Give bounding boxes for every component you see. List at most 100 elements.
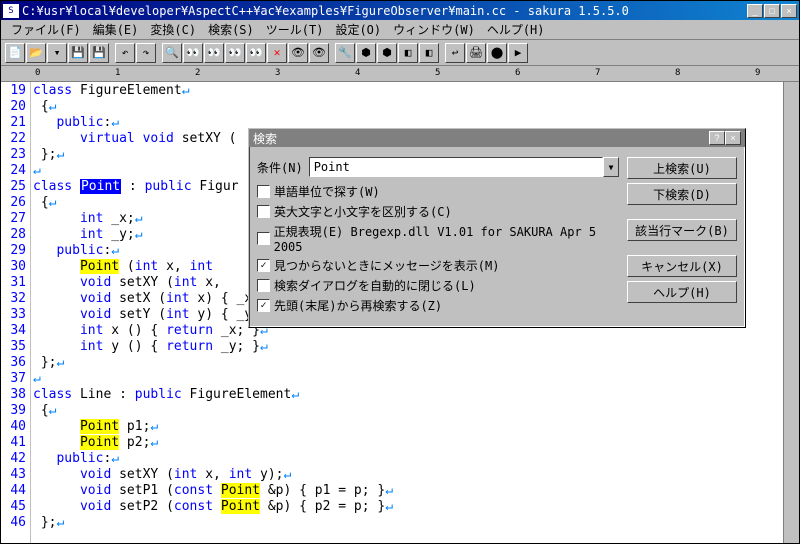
line-number: 37 [1,371,26,387]
ruler-mark: 1 [115,68,120,78]
tool-bookmark2[interactable]: 👁 [309,43,329,63]
tool-play[interactable]: ▶ [508,43,528,63]
dialog-close-button[interactable]: × [725,131,741,145]
tool-saveall[interactable]: 💾 [89,43,109,63]
tool-record[interactable]: ⬤ [487,43,507,63]
line-number: 31 [1,275,26,291]
search-down-button[interactable]: 下検索(D) [627,183,737,205]
cancel-button[interactable]: キャンセル(X) [627,255,737,277]
combo-dropdown-button[interactable]: ▼ [603,157,619,177]
ruler-mark: 5 [435,68,440,78]
help-button[interactable]: ヘルプ(H) [627,281,737,303]
line-number: 32 [1,291,26,307]
tool-replace[interactable]: 👀 [225,43,245,63]
maximize-button[interactable]: □ [764,4,780,18]
menubar: ファイル(F) 編集(E) 変換(C) 検索(S) ツール(T) 設定(O) ウ… [1,20,799,40]
line-number: 25 [1,179,26,195]
tool-save[interactable]: 💾 [68,43,88,63]
dialog-body: 条件(N) ▼ 単語単位で探す(W) 英大文字と小文字を区別する(C) 正規表現(E… [249,147,745,327]
tool-common[interactable]: ⬢ [377,43,397,63]
ruler-mark: 0 [35,68,40,78]
tool-find[interactable]: 🔍 [162,43,182,63]
code-line: int y () { return _y; }↵ [33,339,783,355]
tool-font[interactable]: ◧ [398,43,418,63]
menu-convert[interactable]: 変換(C) [144,19,202,40]
checkbox-label: 正規表現(E) Bregexp.dll V1.01 for SAKURA Apr… [274,223,619,254]
menu-tools[interactable]: ツール(T) [260,19,330,40]
line-number: 45 [1,499,26,515]
ruler: 0123456789 [1,66,799,82]
tool-outline[interactable]: 🔧 [335,43,355,63]
line-number: 23 [1,147,26,163]
option-row: 見つからないときにメッセージを表示(M) [257,257,619,274]
mark-lines-button[interactable]: 該当行マーク(B) [627,219,737,241]
checkbox[interactable] [257,205,270,218]
menu-window[interactable]: ウィンドウ(W) [387,19,481,40]
search-up-button[interactable]: 上検索(U) [627,157,737,179]
checkbox[interactable] [257,185,270,198]
checkbox-label: 単語単位で探す(W) [274,183,380,200]
line-number: 28 [1,227,26,243]
line-gutter: 1920212223242526272829303132333435363738… [1,82,31,543]
tool-wrap[interactable]: ↩ [445,43,465,63]
checkbox-label: 先頭(末尾)から再検索する(Z) [274,297,442,314]
code-line: {↵ [33,403,783,419]
tool-redo[interactable]: ↷ [136,43,156,63]
tool-color[interactable]: ◧ [419,43,439,63]
checkbox[interactable] [257,232,270,245]
line-number: 43 [1,467,26,483]
tool-history[interactable]: ▾ [47,43,67,63]
tool-open[interactable]: 📂 [26,43,46,63]
checkbox[interactable] [257,259,270,272]
line-number: 36 [1,355,26,371]
line-number: 40 [1,419,26,435]
tool-findprev[interactable]: 👀 [204,43,224,63]
close-button[interactable]: × [781,4,797,18]
tool-grep[interactable]: 👀 [246,43,266,63]
menu-settings[interactable]: 設定(O) [329,19,387,40]
option-row: 正規表現(E) Bregexp.dll V1.01 for SAKURA Apr… [257,223,619,254]
line-number: 34 [1,323,26,339]
line-number: 44 [1,483,26,499]
menu-file[interactable]: ファイル(F) [5,19,87,40]
checkbox[interactable] [257,299,270,312]
code-line: {↵ [33,99,783,115]
menu-edit[interactable]: 編集(E) [87,19,145,40]
condition-row: 条件(N) ▼ [257,157,619,177]
tool-print[interactable]: 🖨 [466,43,486,63]
ruler-mark: 3 [275,68,280,78]
tool-findnext[interactable]: 👀 [183,43,203,63]
line-number: 38 [1,387,26,403]
ruler-mark: 2 [195,68,200,78]
tool-mark[interactable]: ✕ [267,43,287,63]
window-title: C:¥usr¥local¥developer¥AspectC++¥ac¥exam… [22,4,747,18]
code-line: class Line : public FigureElement↵ [33,387,783,403]
titlebar: S C:¥usr¥local¥developer¥AspectC++¥ac¥ex… [1,1,799,20]
search-input[interactable] [309,157,603,177]
code-line: Point p1;↵ [33,419,783,435]
window-controls: _ □ × [747,4,797,18]
line-number: 21 [1,115,26,131]
dialog-titlebar: 検索 ? × [249,129,745,147]
line-number: 20 [1,99,26,115]
dialog-title: 検索 [253,130,709,147]
toolbar: 📄 📂 ▾ 💾 💾 ↶ ↷ 🔍 👀 👀 👀 👀 ✕ 👁 👁 🔧 ⬢ ⬢ ◧ ◧ … [1,40,799,66]
tool-bookmark[interactable]: 👁 [288,43,308,63]
checkbox-label: 英大文字と小文字を区別する(C) [274,203,452,220]
dialog-help-button[interactable]: ? [709,131,725,145]
condition-label: 条件(N) [257,159,303,176]
tool-type[interactable]: ⬢ [356,43,376,63]
tool-new[interactable]: 📄 [5,43,25,63]
line-number: 19 [1,83,26,99]
code-line: void setP2 (const Point &p) { p2 = p; }↵ [33,499,783,515]
vertical-scrollbar[interactable] [783,82,799,543]
checkbox[interactable] [257,279,270,292]
minimize-button[interactable]: _ [747,4,763,18]
line-number: 33 [1,307,26,323]
menu-search[interactable]: 検索(S) [202,19,260,40]
line-number: 22 [1,131,26,147]
code-line: Point p2;↵ [33,435,783,451]
menu-help[interactable]: ヘルプ(H) [481,19,551,40]
dialog-buttons: 上検索(U) 下検索(D) 該当行マーク(B) キャンセル(X) ヘルプ(H) [627,157,737,317]
tool-undo[interactable]: ↶ [115,43,135,63]
